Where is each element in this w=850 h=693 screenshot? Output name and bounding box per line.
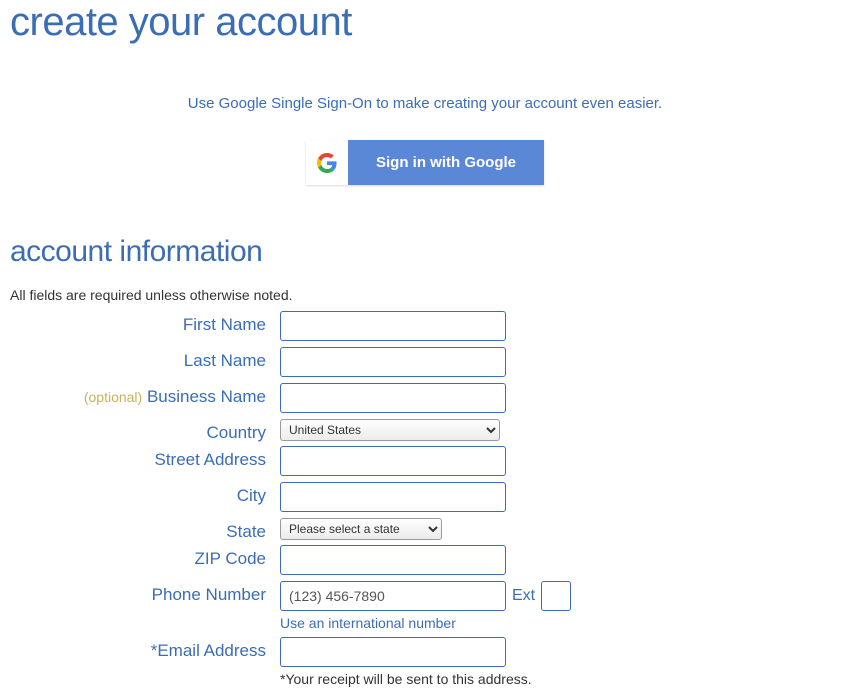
country-label: Country — [10, 419, 280, 443]
zip-label: ZIP Code — [10, 545, 280, 569]
account-section-title: account information — [10, 235, 840, 269]
first-name-input[interactable] — [280, 311, 506, 341]
google-signin-label: Sign in with Google — [348, 140, 544, 185]
ext-label: Ext — [512, 587, 535, 605]
google-signin-button[interactable]: Sign in with Google — [306, 140, 544, 185]
city-label: City — [10, 482, 280, 506]
business-name-label: (optional) Business Name — [10, 383, 280, 407]
phone-input[interactable] — [280, 581, 506, 611]
ext-input[interactable] — [541, 581, 571, 611]
email-note: *Your receipt will be sent to this addre… — [280, 671, 532, 687]
optional-tag: (optional) — [84, 389, 142, 405]
required-fields-note: All fields are required unless otherwise… — [10, 287, 840, 303]
sso-description: Use Google Single Sign-On to make creati… — [10, 95, 840, 112]
street-address-label: Street Address — [10, 446, 280, 470]
google-icon — [306, 140, 348, 185]
state-label: State — [10, 518, 280, 542]
last-name-label: Last Name — [10, 347, 280, 371]
state-select[interactable]: Please select a state — [280, 518, 442, 540]
country-select[interactable]: United States — [280, 419, 500, 441]
street-address-input[interactable] — [280, 446, 506, 476]
page-title: create your account — [10, 0, 840, 45]
zip-input[interactable] — [280, 545, 506, 575]
international-number-link[interactable]: Use an international number — [280, 615, 571, 631]
sso-section: Use Google Single Sign-On to make creati… — [10, 95, 840, 185]
phone-label: Phone Number — [10, 581, 280, 605]
business-name-text: Business Name — [147, 387, 266, 406]
business-name-input[interactable] — [280, 383, 506, 413]
city-input[interactable] — [280, 482, 506, 512]
last-name-input[interactable] — [280, 347, 506, 377]
email-label: *Email Address — [10, 637, 280, 661]
first-name-label: First Name — [10, 311, 280, 335]
